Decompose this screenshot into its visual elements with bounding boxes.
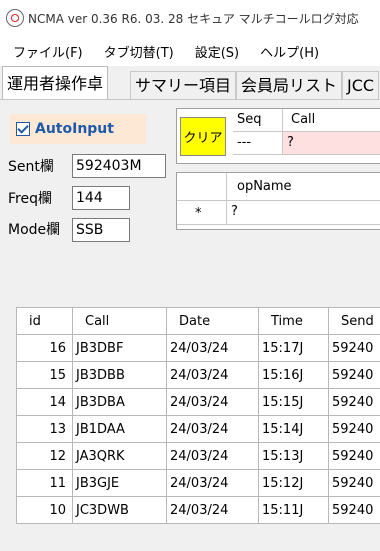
cell-date[interactable]: 24/03/24 — [166, 415, 259, 443]
opname-header: opName — [227, 173, 380, 201]
cell-date[interactable]: 24/03/24 — [166, 334, 259, 362]
cell-call[interactable]: JB1DAA — [72, 415, 167, 443]
autoinput-label: AutoInput — [35, 121, 114, 137]
cell-call[interactable]: JB3DBB — [72, 361, 167, 389]
table-row[interactable]: 16 JB3DBF 24/03/24 15:17J 59240 — [16, 334, 380, 362]
cell-id[interactable]: 12 — [16, 442, 73, 470]
table-row[interactable]: 13 JB1DAA 24/03/24 15:14J 59240 — [16, 415, 380, 443]
call-header: Call — [283, 109, 380, 132]
cell-time[interactable]: 15:12J — [258, 469, 329, 497]
table-row[interactable]: 10 JC3DWB 24/03/24 15:11J 59240 — [16, 496, 380, 524]
cell-date[interactable]: 24/03/24 — [166, 496, 259, 524]
autoinput-checkbox[interactable]: AutoInput — [10, 114, 146, 144]
cell-call[interactable]: JB3DBA — [72, 388, 167, 416]
call-cell[interactable]: ? — [283, 132, 380, 155]
cell-time[interactable]: 15:17J — [258, 334, 329, 362]
menu-settings[interactable]: 設定(S) — [182, 42, 247, 61]
cell-date[interactable]: 24/03/24 — [166, 361, 259, 389]
checkbox-checked-icon — [16, 122, 30, 136]
sent-label: Sent欄 — [8, 159, 54, 175]
cell-date[interactable]: 24/03/24 — [166, 388, 259, 416]
cell-send[interactable]: 59240 — [328, 469, 380, 497]
sent-field[interactable]: 592403M — [72, 154, 166, 178]
opname-cell[interactable]: ? — [227, 201, 380, 225]
cell-send[interactable]: 59240 — [328, 442, 380, 470]
freq-field[interactable]: 144 — [72, 186, 130, 210]
cell-id[interactable]: 11 — [16, 469, 73, 497]
new-row-marker: * — [177, 201, 227, 225]
cell-send[interactable]: 59240 — [328, 496, 380, 524]
tab-jcc[interactable]: JCC — [342, 71, 380, 99]
table-row[interactable]: 14 JB3DBA 24/03/24 15:15J 59240 — [16, 388, 380, 416]
cell-time[interactable]: 15:14J — [258, 415, 329, 443]
title-bar: NCMA ver 0.36 R6. 03. 28 セキュア マルチコールログ対応 — [0, 0, 380, 36]
cell-id[interactable]: 16 — [16, 334, 73, 362]
cell-call[interactable]: JC3DWB — [72, 496, 167, 524]
seq-header: Seq — [233, 109, 283, 132]
tab-summary-items[interactable]: サマリー項目 — [130, 71, 237, 99]
cell-send[interactable]: 59240 — [328, 388, 380, 416]
cell-call[interactable]: JB3DBF — [72, 334, 167, 362]
cell-time[interactable]: 15:13J — [258, 442, 329, 470]
col-date[interactable]: Date — [166, 307, 259, 335]
cell-call[interactable]: JB3GJE — [72, 469, 167, 497]
tab-member-list[interactable]: 会員局リスト — [236, 71, 343, 99]
opname-grid: opName * ? — [176, 172, 380, 230]
mode-label: Mode欄 — [8, 222, 61, 238]
log-table: id Call Date Time Send 16 JB3DBF 24/03/2… — [16, 307, 380, 524]
col-call[interactable]: Call — [72, 307, 167, 335]
menu-tab-switch[interactable]: タブ切替(T) — [91, 42, 182, 61]
cell-send[interactable]: 59240 — [328, 361, 380, 389]
clear-button[interactable]: クリア — [180, 117, 226, 156]
cell-time[interactable]: 15:15J — [258, 388, 329, 416]
mode-field[interactable]: SSB — [72, 218, 130, 242]
col-time[interactable]: Time — [258, 307, 329, 335]
menu-help[interactable]: ヘルプ(H) — [247, 42, 327, 61]
tab-strip: 運用者操作卓 サマリー項目 会員局リスト JCC — [0, 66, 380, 100]
cell-id[interactable]: 15 — [16, 361, 73, 389]
cell-date[interactable]: 24/03/24 — [166, 442, 259, 470]
tab-operator-console[interactable]: 運用者操作卓 — [2, 66, 109, 99]
col-send[interactable]: Send — [328, 307, 380, 335]
col-id[interactable]: id — [16, 307, 73, 335]
table-row[interactable]: 12 JA3QRK 24/03/24 15:13J 59240 — [16, 442, 380, 470]
freq-label: Freq欄 — [8, 191, 52, 207]
seq-cell[interactable]: --- — [233, 132, 283, 155]
cell-time[interactable]: 15:11J — [258, 496, 329, 524]
opname-corner-cell — [177, 173, 227, 201]
table-row[interactable]: 11 JB3GJE 24/03/24 15:12J 59240 — [16, 469, 380, 497]
cell-id[interactable]: 14 — [16, 388, 73, 416]
log-header-row: id Call Date Time Send — [16, 307, 380, 335]
cell-id[interactable]: 10 — [16, 496, 73, 524]
menu-bar: ファイル(F) タブ切替(T) 設定(S) ヘルプ(H) — [0, 36, 380, 66]
menu-file[interactable]: ファイル(F) — [0, 42, 91, 61]
cell-date[interactable]: 24/03/24 — [166, 469, 259, 497]
cell-send[interactable]: 59240 — [328, 334, 380, 362]
table-row[interactable]: 15 JB3DBB 24/03/24 15:16J 59240 — [16, 361, 380, 389]
window-title: NCMA ver 0.36 R6. 03. 28 セキュア マルチコールログ対応 — [28, 11, 359, 26]
cell-send[interactable]: 59240 — [328, 415, 380, 443]
cell-time[interactable]: 15:16J — [258, 361, 329, 389]
cell-id[interactable]: 13 — [16, 415, 73, 443]
cell-call[interactable]: JA3QRK — [72, 442, 167, 470]
app-icon — [6, 9, 24, 27]
